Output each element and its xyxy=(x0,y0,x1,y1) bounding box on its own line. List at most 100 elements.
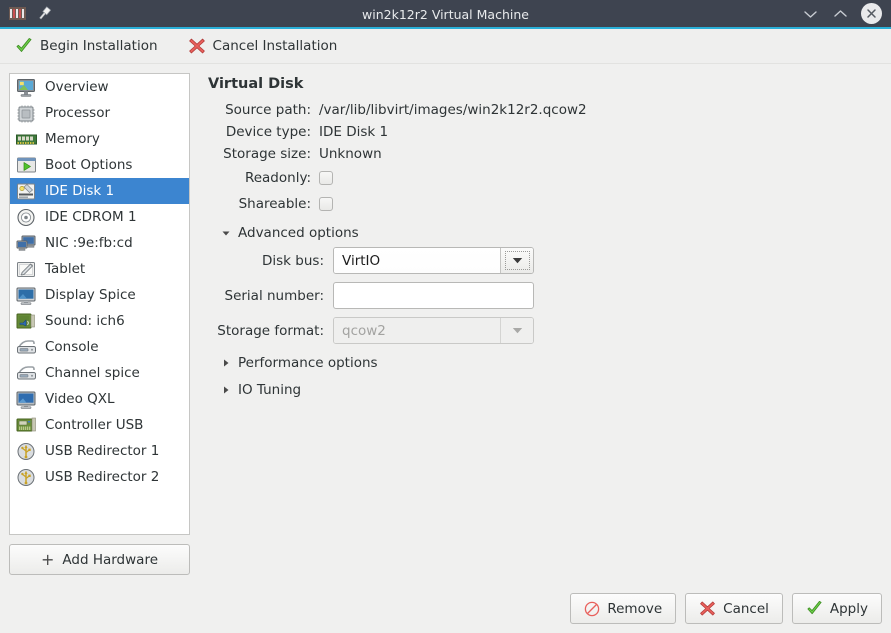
window-titlebar: win2k12r2 Virtual Machine xyxy=(0,0,891,29)
chevron-up-icon[interactable] xyxy=(831,5,849,23)
sidebar-item-channel-spice[interactable]: Channel spice xyxy=(10,360,189,386)
field-row-device-type: Device type: IDE Disk 1 xyxy=(208,121,874,142)
advanced-options-body: Disk bus: VirtIO Serial number: Storage … xyxy=(208,247,874,344)
disk-bus-label: Disk bus: xyxy=(262,252,324,269)
boot-play-icon xyxy=(15,155,37,175)
detail-panel: Virtual Disk Source path: /var/lib/libvi… xyxy=(200,73,882,584)
chevron-down-icon[interactable] xyxy=(801,5,819,23)
add-hardware-button[interactable]: + Add Hardware xyxy=(9,544,190,575)
sidebar-item-label: Display Spice xyxy=(45,287,136,303)
sidebar-item-memory[interactable]: Memory xyxy=(10,126,189,152)
shareable-checkbox[interactable] xyxy=(319,196,333,211)
io-tuning-expander[interactable]: IO Tuning xyxy=(221,382,874,398)
sidebar-item-label: Console xyxy=(45,339,99,355)
remove-button[interactable]: Remove xyxy=(570,593,677,624)
serial-number-label: Serial number: xyxy=(224,287,325,304)
green-check-icon xyxy=(806,600,823,617)
sidebar-item-label: Memory xyxy=(45,131,100,147)
cpu-chip-icon xyxy=(15,103,37,123)
triangle-right-icon xyxy=(221,358,231,368)
readonly-label: Readonly: xyxy=(244,169,311,186)
cancel-button[interactable]: Cancel xyxy=(685,593,783,624)
green-check-icon xyxy=(15,37,33,55)
disk-bus-focus-ring xyxy=(504,251,530,270)
sidebar-item-controller-usb[interactable]: Controller USB xyxy=(10,412,189,438)
disk-info-fields: Source path: /var/lib/libvirt/images/win… xyxy=(208,99,874,216)
field-row-shareable: Shareable: xyxy=(208,191,874,216)
sidebar-item-label: Boot Options xyxy=(45,157,133,173)
sidebar-item-label: IDE Disk 1 xyxy=(45,183,115,199)
window-controls xyxy=(801,3,891,24)
window-body: Overview Processor Memory Boot Options IDE D… xyxy=(0,64,891,584)
begin-installation-button[interactable]: Begin Installation xyxy=(11,35,162,57)
apply-label: Apply xyxy=(829,600,868,617)
pin-icon[interactable] xyxy=(37,6,52,21)
console-serial-icon xyxy=(15,337,37,357)
computer-overview-icon xyxy=(15,77,37,97)
field-row-readonly: Readonly: xyxy=(208,165,874,190)
usb-redirector-icon xyxy=(15,441,37,461)
apply-button[interactable]: Apply xyxy=(791,593,882,624)
sidebar-item-usb-redirector-2[interactable]: USB Redirector 2 xyxy=(10,464,189,490)
channel-serial-icon xyxy=(15,363,37,383)
sidebar-item-label: NIC :9e:fb:cd xyxy=(45,235,133,251)
source-path-value: /var/lib/libvirt/images/win2k12r2.qcow2 xyxy=(319,101,587,118)
sidebar-item-console[interactable]: Console xyxy=(10,334,189,360)
triangle-right-icon xyxy=(221,385,231,395)
shareable-label: Shareable: xyxy=(238,195,311,212)
red-x-icon xyxy=(699,600,716,617)
sidebar-item-label: Overview xyxy=(45,79,109,95)
cancel-installation-label: Cancel Installation xyxy=(212,38,338,54)
tablet-pen-icon xyxy=(15,259,37,279)
hardware-sidebar: Overview Processor Memory Boot Options IDE D… xyxy=(9,73,190,584)
sidebar-item-label: Processor xyxy=(45,105,111,121)
sidebar-item-ide-cdrom-1[interactable]: IDE CDROM 1 xyxy=(10,204,189,230)
sidebar-item-usb-redirector-1[interactable]: USB Redirector 1 xyxy=(10,438,189,464)
sidebar-item-boot-options[interactable]: Boot Options xyxy=(10,152,189,178)
hard-disk-icon xyxy=(15,181,37,201)
serial-number-input[interactable] xyxy=(333,282,534,309)
sidebar-item-sound-ich6[interactable]: Sound: ich6 xyxy=(10,308,189,334)
disk-bus-dropdown-button[interactable] xyxy=(500,248,533,273)
sidebar-item-label: Tablet xyxy=(45,261,86,277)
plus-icon: + xyxy=(40,549,55,569)
sidebar-item-label: Sound: ich6 xyxy=(45,313,125,329)
storage-format-dropdown-button xyxy=(500,318,533,343)
storage-format-combobox: qcow2 xyxy=(333,317,534,344)
usb-controller-card-icon xyxy=(15,415,37,435)
chevron-down-icon xyxy=(512,258,522,264)
begin-installation-label: Begin Installation xyxy=(40,38,158,54)
usb-redirector-icon xyxy=(15,467,37,487)
cancel-installation-button[interactable]: Cancel Installation xyxy=(184,35,342,57)
sidebar-item-ide-disk-1[interactable]: IDE Disk 1 xyxy=(10,178,189,204)
virt-manager-icon xyxy=(9,7,26,20)
sidebar-item-nic-9e-fb-cd[interactable]: NIC :9e:fb:cd xyxy=(10,230,189,256)
sidebar-item-tablet[interactable]: Tablet xyxy=(10,256,189,282)
cancel-label: Cancel xyxy=(723,600,769,617)
disk-bus-combobox[interactable]: VirtIO xyxy=(333,247,534,274)
source-path-label: Source path: xyxy=(225,101,311,118)
performance-options-expander[interactable]: Performance options xyxy=(221,355,874,371)
field-row-serial-number: Serial number: xyxy=(208,282,874,309)
field-row-storage-size: Storage size: Unknown xyxy=(208,143,874,164)
close-icon[interactable] xyxy=(861,3,882,24)
disk-bus-value[interactable]: VirtIO xyxy=(334,248,500,273)
remove-label: Remove xyxy=(607,600,663,617)
advanced-options-label: Advanced options xyxy=(238,225,359,241)
sidebar-item-display-spice[interactable]: Display Spice xyxy=(10,282,189,308)
hardware-list[interactable]: Overview Processor Memory Boot Options IDE D… xyxy=(9,73,190,535)
readonly-checkbox[interactable] xyxy=(319,170,333,185)
red-x-icon xyxy=(188,37,206,55)
performance-options-label: Performance options xyxy=(238,355,378,371)
chevron-down-icon xyxy=(512,328,522,334)
sidebar-item-video-qxl[interactable]: Video QXL xyxy=(10,386,189,412)
advanced-options-expander[interactable]: Advanced options xyxy=(221,225,874,241)
storage-format-value: qcow2 xyxy=(334,318,500,343)
sidebar-item-processor[interactable]: Processor xyxy=(10,100,189,126)
sidebar-item-label: Video QXL xyxy=(45,391,115,407)
sidebar-item-label: USB Redirector 2 xyxy=(45,469,160,485)
field-row-storage-format: Storage format: qcow2 xyxy=(208,317,874,344)
sidebar-item-overview[interactable]: Overview xyxy=(10,74,189,100)
device-type-label: Device type: xyxy=(225,123,311,140)
sidebar-item-label: Channel spice xyxy=(45,365,140,381)
